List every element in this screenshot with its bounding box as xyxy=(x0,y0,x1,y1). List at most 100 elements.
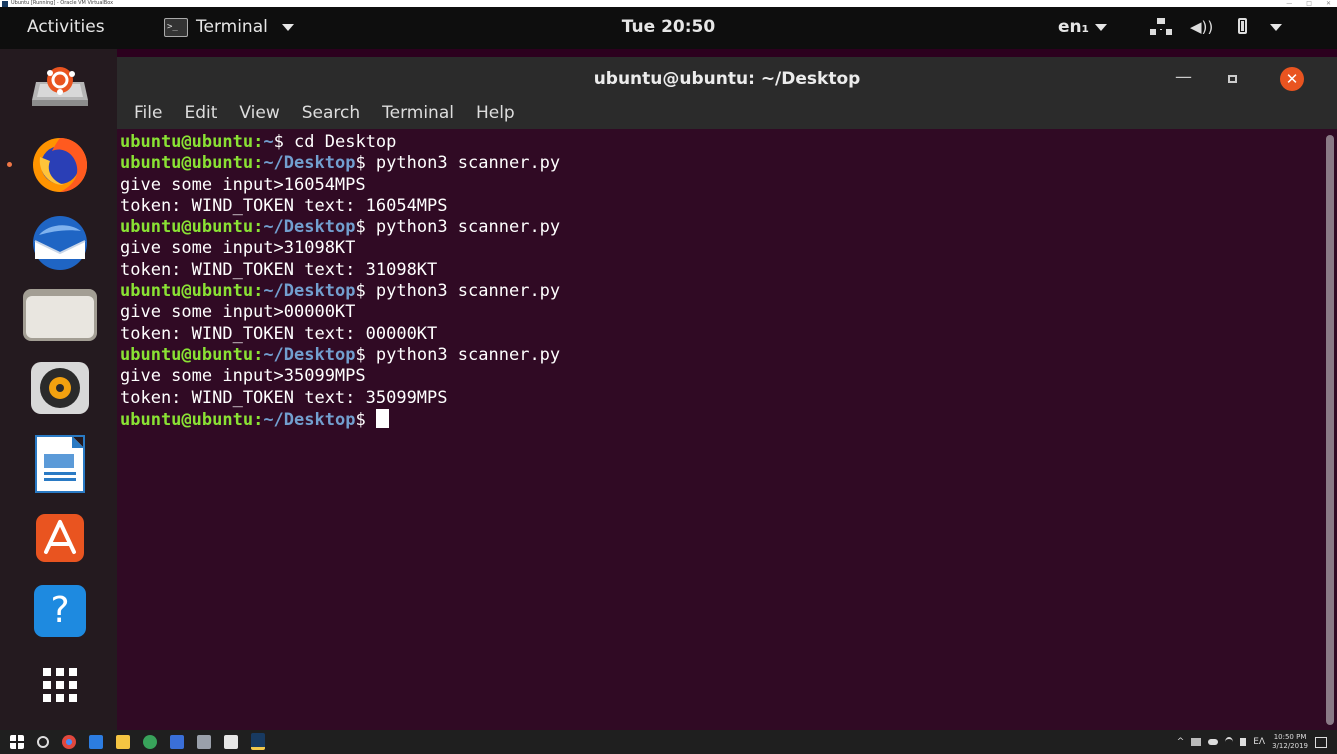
terminal-line: token: WIND_TOKEN text: 16054MPS xyxy=(120,196,560,217)
terminal-line: give some input>35099MPS xyxy=(120,366,560,387)
prompt-user: ubuntu@ubuntu xyxy=(120,153,254,174)
output-text: give some input>16054MPS xyxy=(120,174,366,195)
prompt-path: ~/Desktop xyxy=(263,409,356,430)
prompt-symbol: $ xyxy=(355,281,366,302)
virtualbox-icon[interactable] xyxy=(251,733,265,750)
minimize-button[interactable]: — xyxy=(1175,67,1192,87)
show-applications-button[interactable] xyxy=(22,655,98,715)
battery-icon xyxy=(1230,18,1252,36)
terminal-line: give some input>00000KT xyxy=(120,302,560,323)
prompt-user: ubuntu@ubuntu xyxy=(120,132,254,152)
terminal-line: ubuntu@ubuntu:~/Desktop$ python3 scanner… xyxy=(120,345,560,366)
taskbar-time: 10:50 PM xyxy=(1273,733,1307,741)
firefox-icon xyxy=(33,138,87,192)
dock-item-firefox[interactable] xyxy=(22,135,98,195)
tray-app-icon[interactable] xyxy=(1191,738,1202,746)
folder-icon[interactable] xyxy=(116,734,130,749)
system-tray: ^ ΕΛ 10:50 PM 3/12/2019 xyxy=(1177,730,1327,754)
wifi-icon[interactable] xyxy=(1225,737,1234,747)
language-selector[interactable]: en₁ xyxy=(1058,17,1108,37)
text-cursor xyxy=(375,408,389,428)
close-button[interactable]: ✕ xyxy=(1280,67,1304,91)
command-text: python3 scanner.py xyxy=(365,344,561,365)
install-icon xyxy=(32,67,88,106)
app-icon[interactable] xyxy=(143,734,157,749)
dock-item-writer[interactable] xyxy=(22,434,98,494)
windows-start-icon[interactable] xyxy=(10,734,24,749)
dock-item-installer[interactable] xyxy=(22,55,98,115)
command-text: cd Desktop xyxy=(283,132,397,152)
dock-item-thunderbird[interactable] xyxy=(22,213,98,273)
prompt-path: ~ xyxy=(263,132,274,152)
prompt-user: ubuntu@ubuntu xyxy=(120,344,254,365)
app-icon[interactable] xyxy=(89,734,103,749)
chrome-icon[interactable] xyxy=(62,734,76,749)
input-language[interactable]: ΕΛ xyxy=(1253,737,1265,747)
terminal-line: token: WIND_TOKEN text: 00000KT xyxy=(120,324,560,345)
maximize-button[interactable] xyxy=(1228,75,1237,83)
app-icon[interactable] xyxy=(197,734,211,749)
menu-item-help[interactable]: Help xyxy=(476,103,515,123)
prompt-path: ~/Desktop xyxy=(263,344,356,365)
menu-item-edit[interactable]: Edit xyxy=(184,103,217,123)
menu-item-search[interactable]: Search xyxy=(302,103,360,123)
scrollbar-thumb[interactable] xyxy=(1326,135,1334,725)
virtualbox-restore-button[interactable]: □ xyxy=(1306,0,1312,7)
prompt-separator: : xyxy=(253,281,264,302)
notifications-icon[interactable] xyxy=(1315,736,1327,748)
command-text: python3 scanner.py xyxy=(365,153,561,174)
terminal-output[interactable]: ubuntu@ubuntu:~$ cd Desktop ubuntu@ubuntu… xyxy=(117,129,1321,730)
speaker-icon[interactable] xyxy=(1240,738,1247,746)
dock-item-software[interactable] xyxy=(22,508,98,568)
terminal-line: token: WIND_TOKEN text: 35099MPS xyxy=(120,388,560,409)
terminal-window-title: ubuntu@ubuntu: ~/Desktop xyxy=(593,69,861,89)
terminal-line: ubuntu@ubuntu:~/Desktop$ python3 scanner… xyxy=(120,281,560,302)
writer-icon xyxy=(35,435,85,493)
tray-expand-icon[interactable]: ^ xyxy=(1177,737,1185,747)
prompt-path: ~/Desktop xyxy=(263,217,356,238)
dock: ? xyxy=(0,49,117,730)
menu-item-file[interactable]: File xyxy=(134,103,162,123)
terminal-line: ubuntu@ubuntu:~/Desktop$ python3 scanner… xyxy=(120,217,560,238)
virtualbox-title: Ubuntu [Running] - Oracle VM VirtualBox xyxy=(0,0,113,7)
virtualbox-minimize-button[interactable]: — xyxy=(1286,0,1292,7)
prompt-separator: : xyxy=(253,409,264,430)
prompt-user: ubuntu@ubuntu xyxy=(120,281,254,302)
terminal-line: ubuntu@ubuntu:~$ cd Desktop xyxy=(120,132,560,153)
menu-item-view[interactable]: View xyxy=(239,103,279,123)
terminal-line: give some input>16054MPS xyxy=(120,175,560,196)
dock-item-help[interactable]: ? xyxy=(22,581,98,641)
terminal-menu-bar: File Edit View Search Terminal Help xyxy=(134,103,537,123)
rhythmbox-icon xyxy=(31,362,89,414)
help-glyph: ? xyxy=(50,590,70,631)
prompt-separator: : xyxy=(253,217,264,238)
taskbar-clock[interactable]: 10:50 PM 3/12/2019 xyxy=(1272,733,1308,751)
dock-item-rhythmbox[interactable] xyxy=(22,358,98,418)
scrollbar[interactable] xyxy=(1321,129,1337,730)
files-icon xyxy=(23,289,97,341)
chevron-down-icon xyxy=(1095,23,1108,31)
clock-button[interactable]: Tue 20:50 xyxy=(0,17,1337,37)
output-text: give some input>31098KT xyxy=(120,238,356,259)
software-icon xyxy=(36,514,84,562)
system-menu[interactable]: ◀)) xyxy=(1150,18,1282,36)
command-text: python3 scanner.py xyxy=(365,281,561,302)
output-text: give some input>00000KT xyxy=(120,302,356,323)
cloud-icon[interactable] xyxy=(1208,739,1219,745)
prompt-symbol: $ xyxy=(273,132,284,152)
app-icon[interactable] xyxy=(170,734,184,749)
virtualbox-title-text: Ubuntu [Running] - Oracle VM VirtualBox xyxy=(11,0,114,6)
prompt-user: ubuntu@ubuntu xyxy=(120,409,254,430)
thunderbird-icon xyxy=(33,216,87,270)
menu-item-terminal[interactable]: Terminal xyxy=(382,103,454,123)
show-apps-icon xyxy=(43,668,77,702)
dock-item-files[interactable] xyxy=(22,285,98,345)
search-icon[interactable] xyxy=(37,735,49,748)
document-icon[interactable] xyxy=(224,734,238,749)
virtualbox-close-button[interactable]: ✕ xyxy=(1326,0,1331,7)
virtualbox-window-controls: — □ ✕ xyxy=(1286,0,1331,7)
taskbar-icons xyxy=(10,733,265,750)
prompt-user: ubuntu@ubuntu xyxy=(120,217,254,238)
taskbar-date: 3/12/2019 xyxy=(1272,742,1308,750)
network-icon xyxy=(1150,18,1172,36)
